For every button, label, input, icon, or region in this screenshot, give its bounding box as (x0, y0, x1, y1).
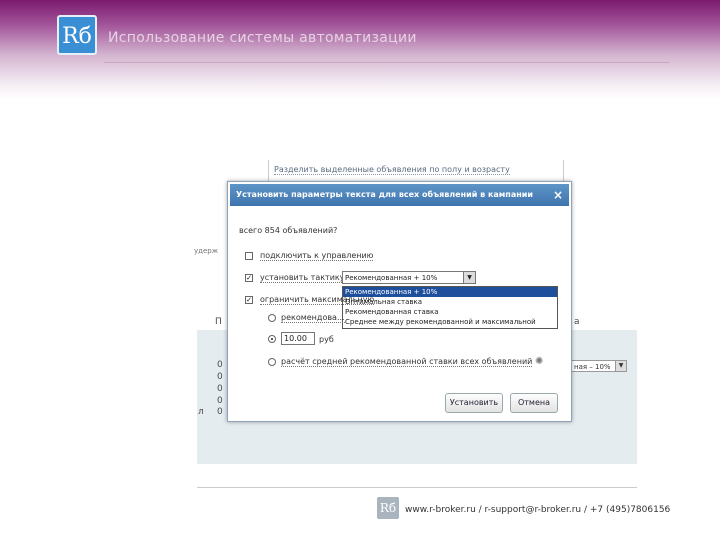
strategy-option-label: установить тактику (260, 273, 345, 283)
strategy-select-value: Рекомендованная + 10% (345, 274, 438, 282)
cancel-button[interactable]: Отмена (510, 393, 558, 413)
bg-strategy-select[interactable]: ная – 10% ▼ (571, 360, 627, 372)
bg-divider-left (268, 160, 269, 182)
footer-contacts: www.r-broker.ru / r-support@r-broker.ru … (405, 505, 671, 515)
dialog-title: Установить параметры текста для всех объ… (236, 190, 533, 199)
split-ads-link[interactable]: Разделить выделенные объявления по полу … (274, 165, 510, 175)
dialog-titlebar: Установить параметры текста для всех объ… (230, 184, 569, 206)
average-radio-label: расчёт средней рекомендованной ставки вс… (281, 357, 533, 367)
fixed-bid-radio[interactable] (268, 335, 276, 343)
loading-spinner-icon: ✺ (535, 356, 544, 367)
bg-text-fragment: удерж (194, 247, 219, 255)
bg-divider-right (563, 160, 564, 182)
slide-title: Использование системы автоматизации (108, 30, 417, 46)
bg-digit: 0 (217, 384, 223, 394)
ads-count-question: всего 854 объявлений? (239, 226, 338, 235)
bg-text-fragment: П (215, 317, 222, 327)
close-icon[interactable]: × (553, 184, 563, 206)
header-divider (104, 62, 670, 63)
budget-checkbox[interactable] (245, 252, 253, 260)
max-bid-checkbox[interactable]: ✓ (245, 296, 253, 304)
average-radio[interactable] (268, 358, 276, 366)
dropdown-option[interactable]: Оптимальная ставка (343, 297, 557, 307)
chevron-down-icon: ▼ (463, 272, 475, 283)
footer-logo: Rб (377, 497, 399, 519)
bg-digit: 0 (217, 372, 223, 382)
rb-logo: Rб (57, 15, 97, 55)
slide-header: Rб Использование системы автоматизации (0, 0, 720, 100)
bg-digit: 0 (217, 407, 223, 417)
dropdown-option[interactable]: Рекомендованная ставка (343, 307, 557, 317)
chevron-down-icon: ▼ (615, 361, 626, 371)
bg-digit: 0 (217, 360, 223, 370)
strategy-dropdown-list: Рекомендованная + 10% Оптимальная ставка… (342, 286, 558, 329)
set-button[interactable]: Установить (445, 393, 503, 413)
budget-option-label: подключить к управлению (260, 251, 374, 261)
bg-select-value: ная – 10% (574, 363, 611, 371)
recommended-radio-label: рекомендова... (281, 313, 345, 323)
max-bid-option-label: ограничить максимальную (260, 295, 375, 305)
set-params-dialog: Установить параметры текста для всех объ… (227, 181, 572, 422)
bid-currency-label: руб (319, 335, 334, 344)
dropdown-option[interactable]: Среднее между рекомендованной и максимал… (343, 317, 557, 327)
bg-text-fragment: а (574, 317, 580, 327)
strategy-checkbox[interactable]: ✓ (245, 274, 253, 282)
bg-text-fragment: л (198, 407, 204, 417)
bid-amount-input[interactable]: 10.00 (281, 332, 315, 345)
recommended-radio[interactable] (268, 314, 276, 322)
footer-divider (197, 487, 637, 488)
dropdown-option[interactable]: Рекомендованная + 10% (343, 287, 557, 297)
strategy-select[interactable]: Рекомендованная + 10% ▼ (342, 271, 476, 284)
bg-digit: 0 (217, 396, 223, 406)
